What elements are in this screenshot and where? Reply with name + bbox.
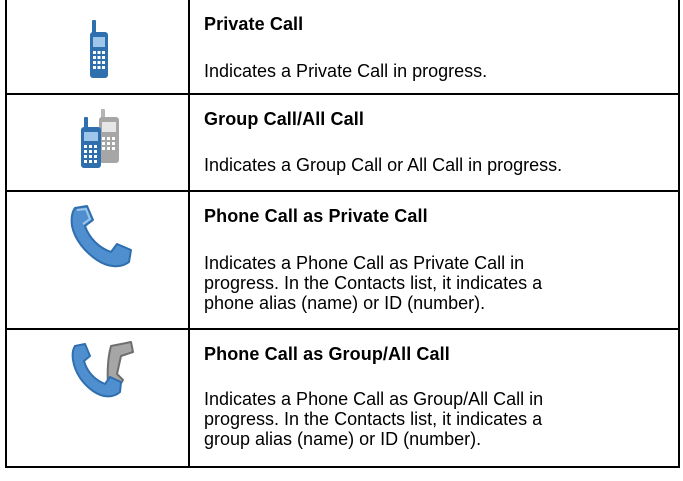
- description-line: Indicates a Phone Call as Private Call i…: [204, 253, 525, 273]
- row-title: Phone Call as Private Call: [204, 206, 428, 226]
- icon-cell: [7, 0, 190, 93]
- row-description: Indicates a Phone Call as Group/All Call…: [204, 389, 670, 449]
- text-cell: Phone Call as Group/All Call Indicates a…: [190, 330, 678, 466]
- row-title: Phone Call as Group/All Call: [204, 344, 450, 364]
- row-title: Group Call/All Call: [204, 109, 364, 129]
- row-title: Private Call: [204, 14, 304, 34]
- text-cell: Phone Call as Private Call Indicates a P…: [190, 192, 678, 328]
- phone-group-handsets-icon: [71, 341, 134, 398]
- row-description: Indicates a Phone Call as Private Call i…: [204, 253, 670, 313]
- portable-radio-icon: [90, 20, 108, 78]
- phone-handset-icon: [70, 205, 132, 268]
- icon-cell: [7, 192, 190, 328]
- table-row-phone-group-call: Phone Call as Group/All Call Indicates a…: [7, 330, 678, 466]
- text-cell: Private Call Indicates a Private Call in…: [190, 0, 678, 93]
- group-radios-icon: [81, 109, 119, 168]
- table-row-private-call: Private Call Indicates a Private Call in…: [7, 0, 678, 95]
- table-row-group-call: Group Call/All Call Indicates a Group Ca…: [7, 95, 678, 192]
- icon-cell: [7, 330, 190, 466]
- description-line: phone alias (name) or ID (number).: [204, 293, 486, 313]
- table-row-phone-private-call: Phone Call as Private Call Indicates a P…: [7, 192, 678, 330]
- row-description: Indicates a Private Call in progress.: [204, 61, 488, 81]
- description-line: Indicates a Phone Call as Group/All Call…: [204, 389, 544, 409]
- description-line: progress. In the Contacts list, it indic…: [204, 273, 543, 293]
- icon-cell: [7, 95, 190, 190]
- row-description: Indicates a Group Call or All Call in pr…: [204, 155, 563, 175]
- description-line: group alias (name) or ID (number).: [204, 429, 482, 449]
- icon-legend-table: Private Call Indicates a Private Call in…: [5, 0, 680, 468]
- description-line: progress. In the Contacts list, it indic…: [204, 409, 543, 429]
- text-cell: Group Call/All Call Indicates a Group Ca…: [190, 95, 678, 190]
